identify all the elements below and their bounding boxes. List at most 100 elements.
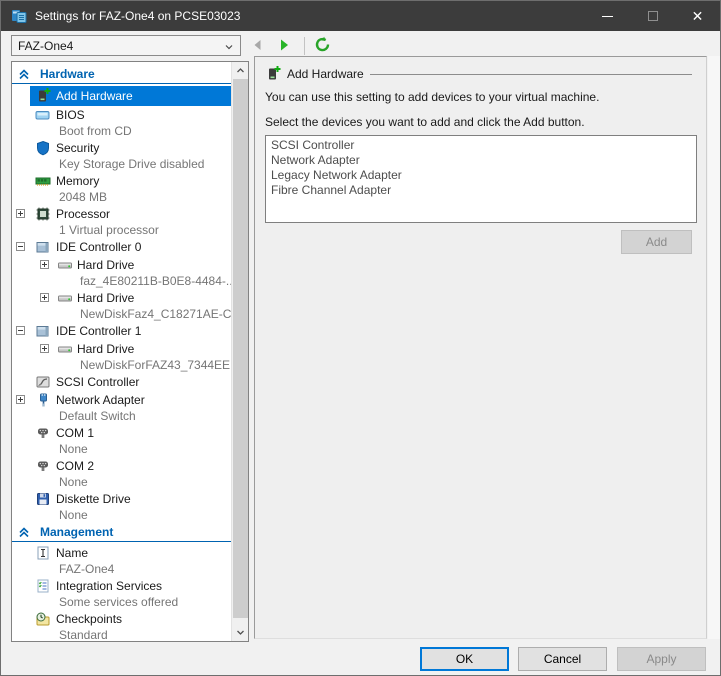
tree-item-sublabel: FAZ-One4: [12, 562, 231, 577]
ide-controller-icon: [35, 323, 51, 339]
vm-selector-dropdown[interactable]: FAZ-One4: [11, 35, 241, 56]
refresh-icon: [314, 36, 331, 56]
checkpoints-icon: [35, 611, 51, 627]
scrollbar-thumb[interactable]: [233, 79, 248, 618]
expander-plus-icon[interactable]: [40, 293, 49, 302]
ok-button[interactable]: OK: [420, 647, 509, 671]
diskette-icon: [35, 491, 51, 507]
refresh-button[interactable]: [311, 34, 333, 58]
collapse-chevron-icon: [18, 526, 30, 538]
tree-item-label: IDE Controller 0: [56, 240, 141, 254]
tree-item-label: Hard Drive: [77, 291, 134, 305]
tree-item-checkpoints[interactable]: Checkpoints: [12, 610, 231, 628]
cancel-button[interactable]: Cancel: [518, 647, 607, 671]
settings-tree-panel: Hardware Add Hardware BIOSBoot from CD Secu…: [11, 61, 249, 642]
tree-item-label: Network Adapter: [56, 393, 145, 407]
tree-item-label: Memory: [56, 174, 99, 188]
device-option-fibre-channel-adapter[interactable]: Fibre Channel Adapter: [266, 183, 696, 198]
add-button[interactable]: Add: [621, 230, 692, 254]
tree-item-label: Processor: [56, 207, 110, 221]
tree-item-label: Add Hardware: [56, 89, 133, 103]
scroll-down-icon[interactable]: [232, 624, 249, 641]
tree-item-sublabel: Standard: [12, 628, 231, 641]
scroll-up-icon[interactable]: [232, 62, 249, 79]
name-icon: [35, 545, 51, 561]
tree-item-sublabel: None: [12, 475, 231, 490]
tree-item-diskette-drive[interactable]: Diskette Drive: [12, 490, 231, 508]
tree-item-sublabel: Key Storage Drive disabled: [12, 157, 231, 172]
device-listbox[interactable]: SCSI ControllerNetwork AdapterLegacy Net…: [265, 135, 697, 223]
tree-item-sublabel: 1 Virtual processor: [12, 223, 231, 238]
tree-item-com-2[interactable]: COM 2: [12, 457, 231, 475]
tree-item-label: Hard Drive: [77, 258, 134, 272]
tree-section-header-management[interactable]: Management: [12, 523, 231, 542]
section-label: Hardware: [40, 67, 95, 81]
back-arrow-icon: [250, 37, 266, 56]
expander-minus-icon[interactable]: [16, 326, 25, 335]
device-option-legacy-network-adapter[interactable]: Legacy Network Adapter: [266, 168, 696, 183]
tree-item-hard-drive[interactable]: Hard Drive: [12, 289, 231, 307]
add-hardware-icon: [265, 65, 281, 81]
tree-item-network-adapter[interactable]: Network Adapter: [12, 391, 231, 409]
tree-item-name[interactable]: Name: [12, 544, 231, 562]
integration-services-icon: [35, 578, 51, 594]
hard-drive-icon: [57, 341, 73, 357]
navigate-back-button[interactable]: [247, 34, 269, 58]
tree-item-scsi-controller[interactable]: SCSI Controller: [12, 373, 231, 391]
tree-item-security[interactable]: Security: [12, 139, 231, 157]
section-label: Management: [40, 525, 113, 539]
tree-item-hard-drive[interactable]: Hard Drive: [12, 256, 231, 274]
tree-section-header-hardware[interactable]: Hardware: [12, 65, 231, 84]
maximize-button[interactable]: [630, 1, 675, 31]
expander-plus-icon[interactable]: [40, 344, 49, 353]
titlebar: Settings for FAZ-One4 on PCSE03023 ✕: [1, 1, 720, 31]
device-option-network-adapter[interactable]: Network Adapter: [266, 153, 696, 168]
collapse-chevron-icon: [18, 68, 30, 80]
panel-scrollbar-track: [708, 56, 721, 639]
tree-item-hard-drive[interactable]: Hard Drive: [12, 340, 231, 358]
tree-item-label: Hard Drive: [77, 342, 134, 356]
tree-item-memory[interactable]: Memory: [12, 172, 231, 190]
tree-item-add-hardware[interactable]: Add Hardware: [12, 86, 231, 106]
minimize-icon: [602, 16, 613, 17]
close-button[interactable]: ✕: [675, 1, 720, 31]
navigate-forward-button[interactable]: [273, 34, 295, 58]
tree-item-integration-services[interactable]: Integration Services: [12, 577, 231, 595]
expander-minus-icon[interactable]: [16, 242, 25, 251]
tree-item-sublabel: NewDiskFaz4_C18271AE-C...: [12, 307, 231, 322]
panel-description-1: You can use this setting to add devices …: [265, 90, 599, 104]
tree-item-com-1[interactable]: COM 1: [12, 424, 231, 442]
forward-arrow-icon: [276, 37, 292, 56]
expander-plus-icon[interactable]: [40, 260, 49, 269]
settings-window: Settings for FAZ-One4 on PCSE03023 ✕ FAZ…: [0, 0, 721, 676]
tree-item-sublabel: 2048 MB: [12, 190, 231, 205]
tree-item-sublabel: Some services offered: [12, 595, 231, 610]
panel-title: Add Hardware: [287, 67, 364, 81]
add-hardware-icon: [35, 87, 51, 103]
minimize-button[interactable]: [585, 1, 630, 31]
expander-plus-icon[interactable]: [16, 395, 25, 404]
com-port-icon: [35, 458, 51, 474]
tree-item-label: COM 1: [56, 426, 94, 440]
apply-button[interactable]: Apply: [617, 647, 706, 671]
tree-item-sublabel: Boot from CD: [12, 124, 231, 139]
sidebar-scrollbar[interactable]: [231, 62, 248, 641]
security-icon: [35, 140, 51, 156]
expander-plus-icon[interactable]: [16, 209, 25, 218]
dialog-footer: OK Cancel Apply: [1, 642, 720, 676]
tree-item-bios[interactable]: BIOS: [12, 106, 231, 124]
device-option-scsi-controller[interactable]: SCSI Controller: [266, 138, 696, 153]
ide-controller-icon: [35, 239, 51, 255]
tree-item-ide-controller-1[interactable]: IDE Controller 1: [12, 322, 231, 340]
close-icon: ✕: [692, 9, 704, 23]
tree-item-label: Integration Services: [56, 579, 162, 593]
tree-item-label: COM 2: [56, 459, 94, 473]
chevron-down-icon: [224, 41, 234, 51]
hyper-v-settings-icon: [11, 8, 27, 24]
header-rule: [370, 74, 692, 75]
vm-selector-value: FAZ-One4: [18, 39, 73, 53]
tree-item-label: Security: [56, 141, 99, 155]
tree-item-ide-controller-0[interactable]: IDE Controller 0: [12, 238, 231, 256]
tree-item-label: Diskette Drive: [56, 492, 131, 506]
tree-item-processor[interactable]: Processor: [12, 205, 231, 223]
